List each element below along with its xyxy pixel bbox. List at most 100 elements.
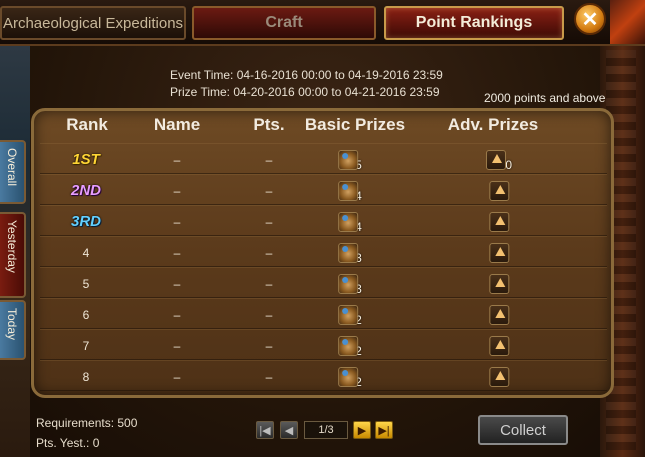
basic-prize-cell[interactable]: 3 bbox=[338, 237, 362, 268]
up-arrow-icon bbox=[489, 304, 510, 325]
header-basic-prizes: Basic Prizes bbox=[304, 115, 406, 134]
treasure-pouch-icon bbox=[338, 180, 359, 201]
tab-point-rankings[interactable]: Point Rankings bbox=[384, 6, 564, 40]
pts-yesterday-text: Pts. Yest.: 0 bbox=[36, 436, 100, 450]
up-arrow-icon bbox=[489, 180, 510, 201]
rankings-window: Archaeological Expeditions Craft Point R… bbox=[0, 0, 645, 457]
pts-cell: – bbox=[265, 276, 273, 291]
next-page-button[interactable]: ▶ bbox=[353, 421, 371, 439]
up-arrow-icon bbox=[489, 242, 510, 263]
up-arrow-icon bbox=[489, 273, 510, 294]
table-row: 6 – – 2 60 bbox=[40, 298, 607, 329]
adv-prize-cell[interactable]: 75 bbox=[489, 268, 510, 299]
basic-prize-cell[interactable]: 2 bbox=[338, 361, 362, 392]
table-header: Rank Name Pts. Basic Prizes Adv. Prizes bbox=[34, 111, 611, 141]
name-cell: – bbox=[173, 276, 181, 291]
name-cell: – bbox=[173, 338, 181, 353]
last-page-icon: ▶| bbox=[378, 424, 390, 437]
rank-cell: 3RD bbox=[70, 213, 102, 230]
table-row: 2ND – – 4 90 bbox=[40, 174, 607, 205]
table-row: 4 – – 3 75 bbox=[40, 236, 607, 267]
side-tab-overall[interactable]: Overall bbox=[0, 140, 26, 204]
prize-time: Prize Time: 04-20-2016 00:00 to 04-21-20… bbox=[170, 85, 440, 99]
header-adv-prizes: Adv. Prizes bbox=[447, 115, 539, 134]
treasure-pouch-icon bbox=[338, 211, 359, 232]
collect-button[interactable]: Collect bbox=[478, 415, 568, 445]
header-pts: Pts. bbox=[253, 115, 285, 134]
name-cell: – bbox=[173, 152, 181, 167]
name-cell: – bbox=[173, 183, 181, 198]
pts-cell: – bbox=[265, 214, 273, 229]
rankings-table: Rank Name Pts. Basic Prizes Adv. Prizes … bbox=[31, 108, 614, 398]
prev-page-icon: ◀ bbox=[284, 424, 294, 437]
adv-prize-cell[interactable]: 90 bbox=[489, 206, 510, 237]
next-page-icon: ▶ bbox=[357, 424, 367, 437]
basic-prize-cell[interactable]: 5 bbox=[338, 144, 362, 175]
side-tab-yesterday-label: Yesterday bbox=[5, 220, 19, 273]
rank-cell: 7 bbox=[82, 338, 90, 353]
requirements-text: Requirements: 500 bbox=[36, 416, 138, 430]
header-name: Name bbox=[153, 115, 201, 134]
treasure-pouch-icon bbox=[338, 242, 359, 263]
prev-page-button[interactable]: ◀ bbox=[280, 421, 298, 439]
rank-cell: 8 bbox=[82, 369, 90, 384]
rank-cell: 5 bbox=[82, 276, 90, 291]
treasure-pouch-icon bbox=[338, 304, 359, 325]
basic-prize-cell[interactable]: 2 bbox=[338, 330, 362, 361]
basic-prize-cell[interactable]: 2 bbox=[338, 299, 362, 330]
rank-cell: 1ST bbox=[72, 151, 100, 168]
basic-prize-cell[interactable]: 4 bbox=[338, 206, 362, 237]
treasure-pouch-icon bbox=[338, 366, 359, 387]
rank-cell: 2ND bbox=[70, 182, 102, 199]
side-tab-today-label: Today bbox=[5, 308, 19, 341]
pts-cell: – bbox=[265, 152, 273, 167]
basic-prize-cell[interactable]: 4 bbox=[338, 175, 362, 206]
adv-prize-cell[interactable]: 90 bbox=[489, 175, 510, 206]
adv-prize-cell[interactable]: 120 bbox=[485, 144, 512, 175]
pts-cell: – bbox=[265, 307, 273, 322]
pts-cell: – bbox=[265, 369, 273, 384]
up-arrow-icon bbox=[489, 366, 510, 387]
header-rank: Rank bbox=[66, 115, 108, 134]
name-cell: – bbox=[173, 369, 181, 384]
treasure-pouch-icon bbox=[338, 335, 359, 356]
close-button[interactable]: ✕ bbox=[574, 3, 606, 35]
table-row: 1ST – – 5 120 bbox=[40, 143, 607, 174]
up-arrow-icon bbox=[489, 211, 510, 232]
basic-prize-cell[interactable]: 3 bbox=[338, 268, 362, 299]
up-arrow-icon bbox=[485, 149, 506, 170]
corner-decoration bbox=[610, 0, 645, 44]
up-arrow-icon bbox=[489, 335, 510, 356]
name-cell: – bbox=[173, 307, 181, 322]
treasure-pouch-icon bbox=[338, 149, 359, 170]
first-page-icon: |◀ bbox=[259, 424, 271, 437]
side-tab-overall-label: Overall bbox=[5, 148, 19, 187]
pts-cell: – bbox=[265, 183, 273, 198]
close-icon: ✕ bbox=[581, 8, 599, 31]
last-page-button[interactable]: ▶| bbox=[375, 421, 393, 439]
table-row: 8 – – 2 60 bbox=[40, 360, 607, 391]
adv-prize-cell[interactable]: 75 bbox=[489, 237, 510, 268]
table-row: 5 – – 3 75 bbox=[40, 267, 607, 298]
table-row: 3RD – – 4 90 bbox=[40, 205, 607, 236]
name-cell: – bbox=[173, 214, 181, 229]
pts-cell: – bbox=[265, 245, 273, 260]
adv-prize-cell[interactable]: 60 bbox=[489, 361, 510, 392]
tab-bar: Archaeological Expeditions Craft Point R… bbox=[0, 0, 645, 46]
event-time: Event Time: 04-16-2016 00:00 to 04-19-20… bbox=[170, 68, 443, 82]
table-row: 7 – – 2 60 bbox=[40, 329, 607, 360]
points-threshold: 2000 points and above bbox=[484, 91, 606, 105]
side-tab-yesterday[interactable]: Yesterday bbox=[0, 212, 26, 298]
first-page-button[interactable]: |◀ bbox=[256, 421, 274, 439]
pts-cell: – bbox=[265, 338, 273, 353]
tab-craft[interactable]: Craft bbox=[192, 6, 376, 40]
adv-prize-cell[interactable]: 60 bbox=[489, 330, 510, 361]
page-indicator: 1/3 bbox=[304, 421, 348, 439]
rank-cell: 6 bbox=[82, 307, 90, 322]
treasure-pouch-icon bbox=[338, 273, 359, 294]
side-tab-today[interactable]: Today bbox=[0, 300, 26, 360]
name-cell: – bbox=[173, 245, 181, 260]
rank-cell: 4 bbox=[82, 245, 90, 260]
tab-archaeological-expeditions[interactable]: Archaeological Expeditions bbox=[0, 6, 186, 40]
adv-prize-cell[interactable]: 60 bbox=[489, 299, 510, 330]
